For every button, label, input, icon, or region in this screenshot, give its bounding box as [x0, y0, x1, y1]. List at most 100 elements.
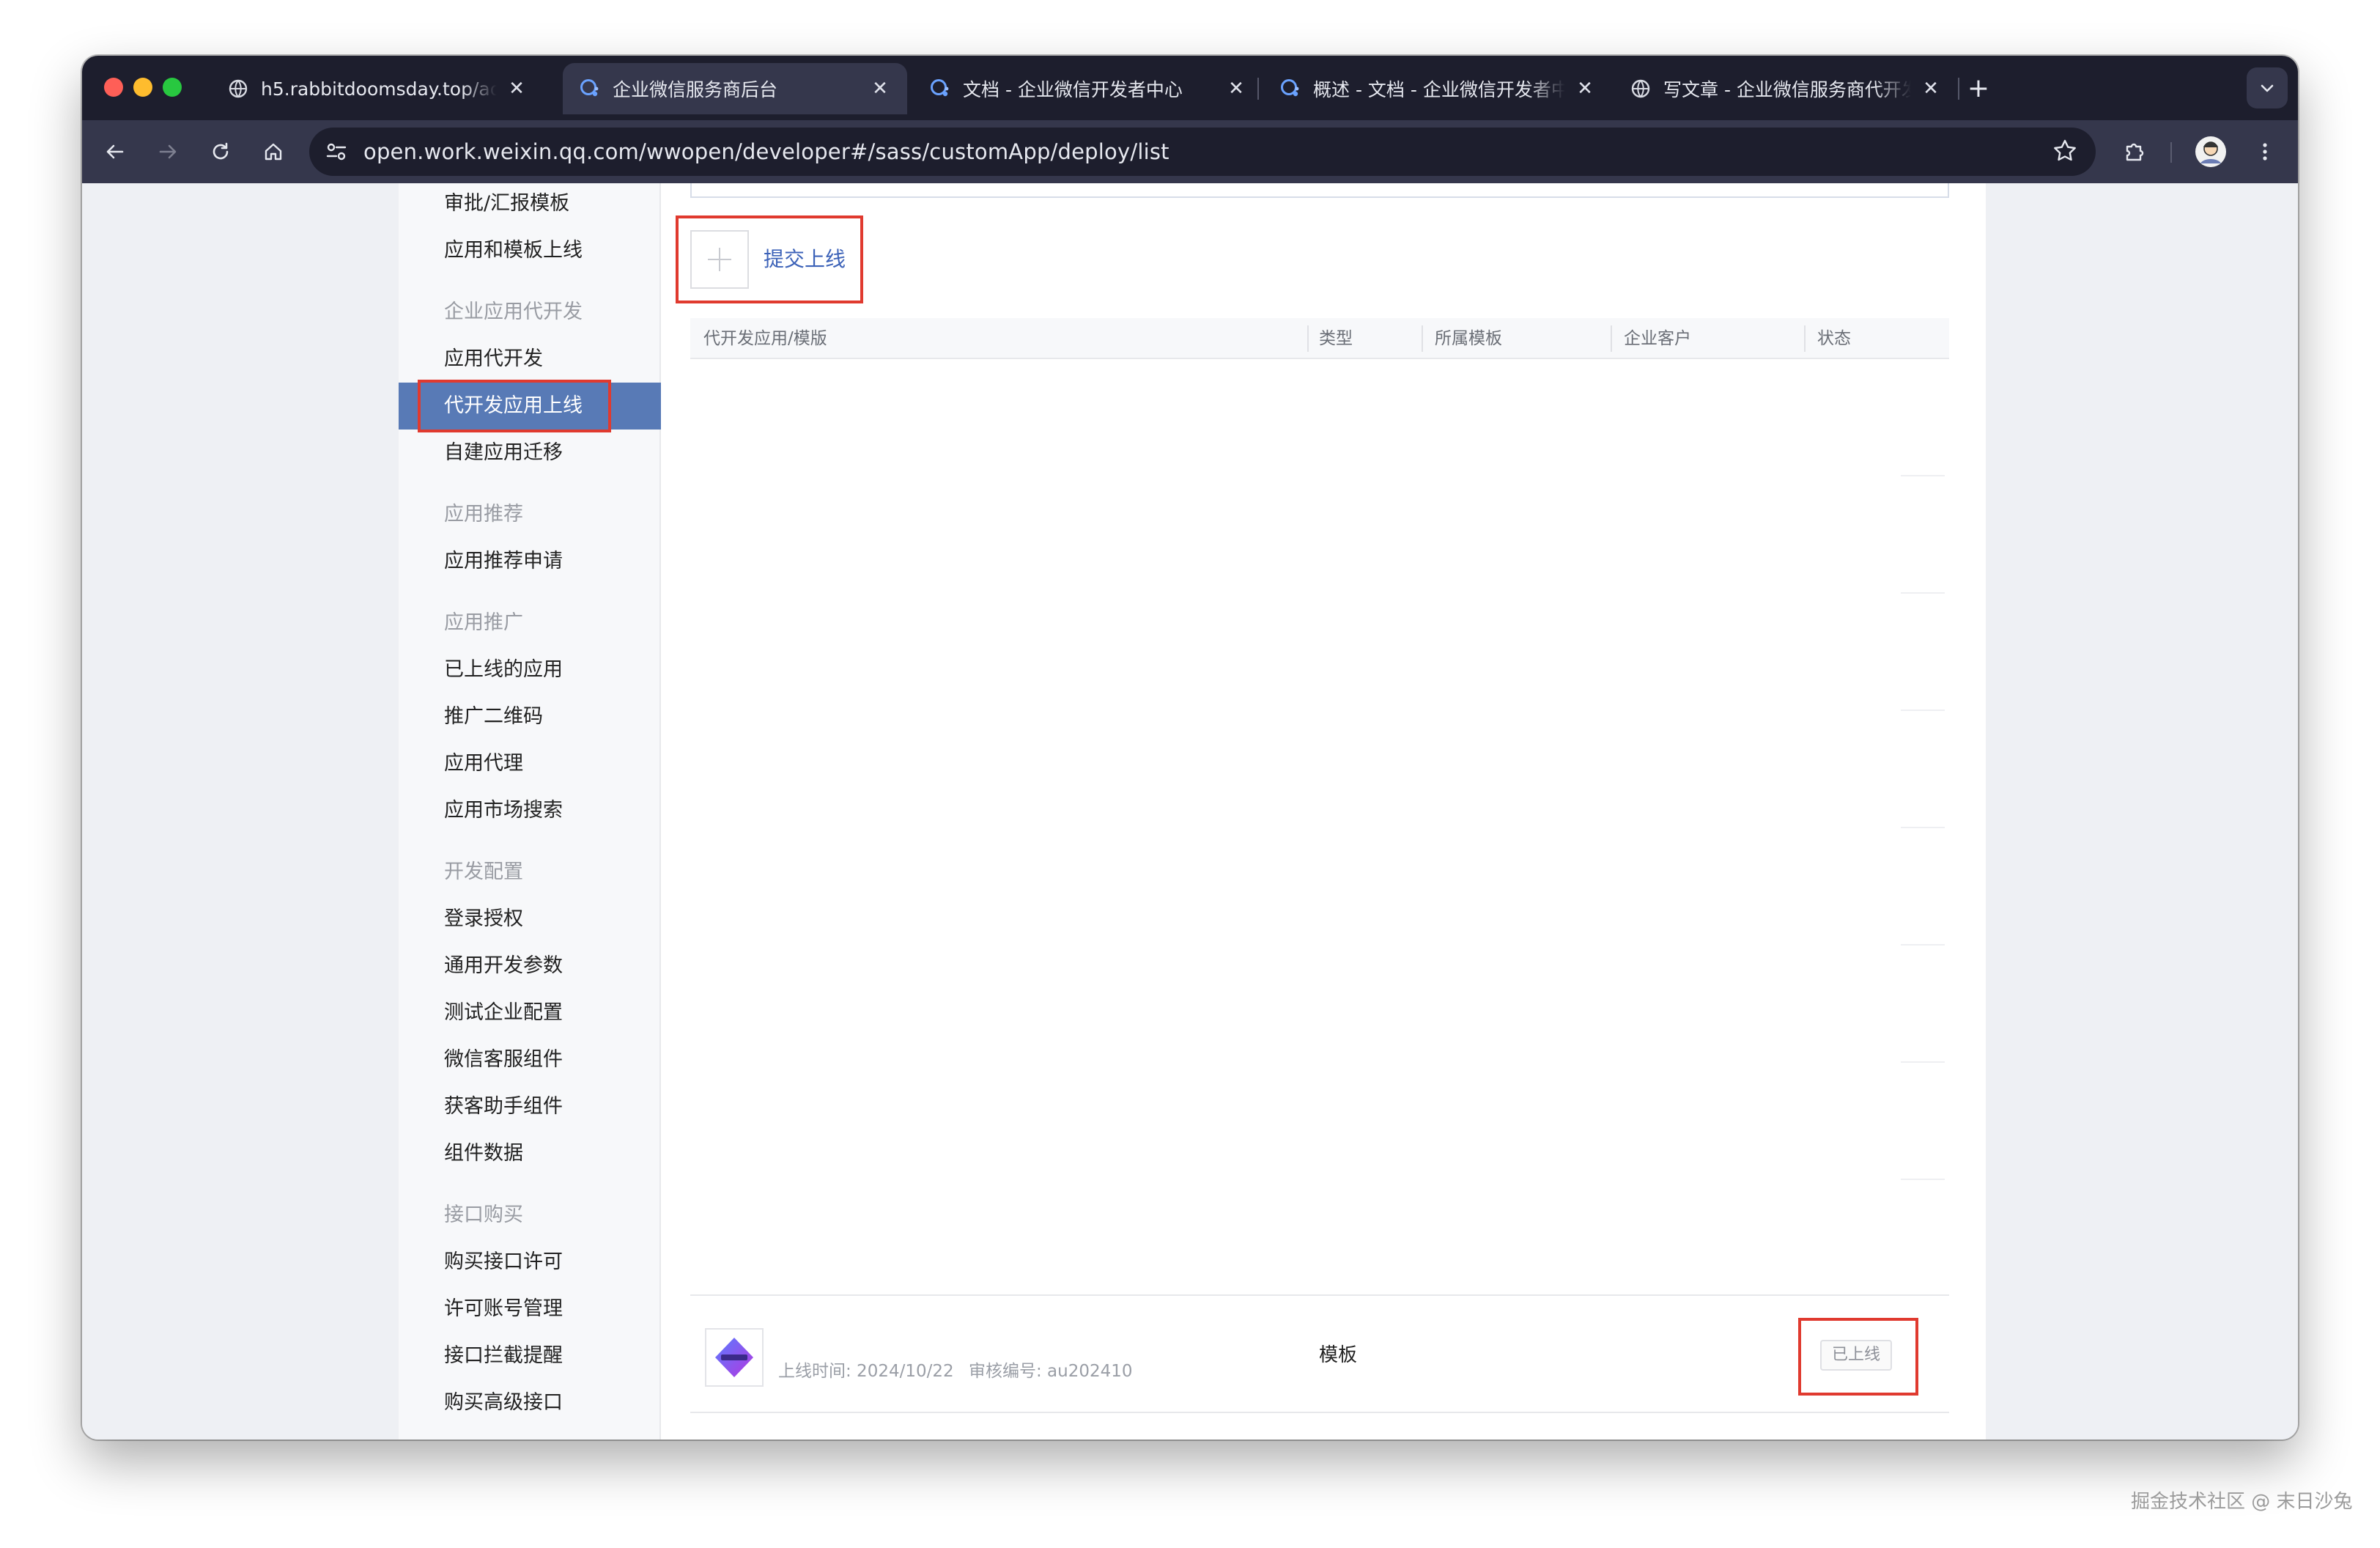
- app-logo: [705, 1328, 764, 1387]
- chevron-down-icon: [2261, 84, 2274, 92]
- puzzle-icon: [2126, 143, 2144, 161]
- forward-button[interactable]: [149, 133, 186, 170]
- close-tab-icon[interactable]: ✕: [1574, 78, 1596, 100]
- row-divider: [1901, 710, 1945, 711]
- sidebar-item-advanced-api[interactable]: 购买高级接口: [444, 1388, 563, 1418]
- sidebar-item-market-search[interactable]: 应用市场搜索: [444, 796, 563, 825]
- tab-admin[interactable]: h5.rabbitdoomsday.top/admin ✕: [211, 63, 544, 114]
- tab-docs-overview[interactable]: 概述 - 文档 - 企业微信开发者中心 ✕: [1263, 63, 1612, 114]
- close-tab-icon[interactable]: ✕: [869, 78, 891, 100]
- sidebar-item-api-intercept[interactable]: 接口拦截提醒: [444, 1341, 563, 1371]
- new-tab-button[interactable]: +: [1962, 72, 1995, 104]
- column-customer: 企业客户: [1624, 329, 1691, 348]
- sidebar-item-promo-qrcode[interactable]: 推广二维码: [444, 702, 543, 731]
- home-button[interactable]: [255, 133, 292, 170]
- sidebar-item-test-corp[interactable]: 测试企业配置: [444, 998, 563, 1028]
- address-bar[interactable]: open.work.weixin.qq.com/wwopen/developer…: [309, 128, 2096, 176]
- tab-write-article[interactable]: 写文章 - 企业微信服务商代开发 ✕: [1614, 63, 1958, 114]
- column-divider: [1307, 325, 1309, 352]
- row-divider: [1901, 475, 1945, 476]
- globe-icon: [1630, 78, 1652, 100]
- extensions-button[interactable]: [2116, 133, 2153, 170]
- sidebar-group-recommend: 应用推荐: [444, 503, 523, 526]
- row-divider: [1901, 944, 1945, 946]
- column-status: 状态: [1817, 329, 1851, 348]
- row-divider: [1901, 592, 1945, 594]
- tab-search-button[interactable]: [2247, 67, 2288, 108]
- browser-menu-button[interactable]: [2247, 133, 2283, 170]
- sidebar-item-approval-templates[interactable]: 审批/汇报模板: [444, 189, 569, 218]
- arrow-right-icon: [159, 144, 177, 159]
- tab-title: 企业微信服务商后台: [613, 79, 778, 100]
- sidebar-item-license-accounts[interactable]: 许可账号管理: [444, 1294, 563, 1324]
- close-window-button[interactable]: [104, 78, 123, 97]
- tab-title: 文档 - 企业微信开发者中心: [963, 79, 1183, 100]
- audit-number: 审核编号: au202410: [969, 1362, 1133, 1381]
- row-type: 模板: [1319, 1344, 1358, 1366]
- wecom-icon: [579, 78, 601, 100]
- column-template: 所属模板: [1435, 329, 1502, 348]
- bookmark-star-icon[interactable]: [2052, 138, 2078, 167]
- highlight-box-status: [1798, 1318, 1918, 1396]
- highlight-box-submit: [676, 215, 863, 303]
- close-tab-icon[interactable]: ✕: [1225, 78, 1247, 100]
- tab-docs-center[interactable]: 文档 - 企业微信开发者中心 ✕: [913, 63, 1263, 114]
- sidebar-group-promotion: 应用推广: [444, 611, 523, 634]
- globe-icon: [227, 78, 249, 100]
- sidebar-group-api-purchase: 接口购买: [444, 1204, 523, 1226]
- sidebar-item-custom-dev[interactable]: 应用代开发: [444, 344, 543, 374]
- sidebar-item-login-auth[interactable]: 登录授权: [444, 904, 523, 934]
- arrow-left-icon: [106, 144, 124, 159]
- sidebar-item-customer-acq[interactable]: 获客助手组件: [444, 1092, 563, 1121]
- column-divider: [1804, 325, 1806, 352]
- tab-separator: [1958, 78, 1959, 100]
- row-divider: [1901, 1179, 1945, 1180]
- site-settings-icon[interactable]: [324, 139, 349, 167]
- sidebar-item-component-data[interactable]: 组件数据: [444, 1139, 523, 1168]
- sidebar-group-dev-config: 开发配置: [444, 860, 523, 883]
- minimize-window-button[interactable]: [133, 78, 152, 97]
- tab-title: h5.rabbitdoomsday.top/admin: [261, 78, 497, 100]
- table-row[interactable]: 上线时间: 2024/10/22 审核编号: au202410 模板 已上线: [690, 1294, 1949, 1413]
- sidebar-item-app-template-launch[interactable]: 应用和模板上线: [444, 236, 583, 265]
- sidebar-item-self-built-migration[interactable]: 自建应用迁移: [444, 438, 563, 468]
- sidebar-item-kf-component[interactable]: 微信客服组件: [444, 1045, 563, 1075]
- sidebar-item-general-params[interactable]: 通用开发参数: [444, 951, 563, 981]
- sidebar-item-app-agent[interactable]: 应用代理: [444, 749, 523, 778]
- profile-button[interactable]: [2192, 133, 2229, 170]
- reload-icon: [212, 142, 229, 160]
- sidebar-item-recommend-apply[interactable]: 应用推荐申请: [444, 547, 563, 576]
- wecom-icon: [929, 78, 951, 100]
- sidebar-nav: 审批/汇报模板 应用和模板上线 企业应用代开发 应用代开发 代开发应用上线 自建…: [399, 183, 661, 1440]
- home-icon: [265, 143, 282, 161]
- close-tab-icon[interactable]: ✕: [506, 78, 528, 100]
- close-tab-icon[interactable]: ✕: [1920, 78, 1942, 100]
- tab-title: 写文章 - 企业微信服务商代开发: [1663, 79, 1911, 100]
- more-vertical-icon: [2263, 143, 2267, 161]
- tab-separator: [1257, 78, 1259, 100]
- info-panel: [690, 183, 1949, 198]
- wecom-icon: [1279, 78, 1301, 100]
- browser-window: h5.rabbitdoomsday.top/admin ✕ 企业微信服务商后台 …: [82, 56, 2298, 1440]
- column-type: 类型: [1319, 329, 1353, 348]
- url-text: open.work.weixin.qq.com/wwopen/developer…: [363, 139, 1169, 164]
- toolbar-separator: [2170, 142, 2172, 163]
- page-viewport: 审批/汇报模板 应用和模板上线 企业应用代开发 应用代开发 代开发应用上线 自建…: [82, 183, 2298, 1440]
- sidebar-item-online-apps[interactable]: 已上线的应用: [444, 655, 563, 685]
- column-divider: [1422, 325, 1423, 352]
- watermark: 掘金技术社区 @ 末日沙兔: [2131, 1491, 2353, 1513]
- tab-title: 概述 - 文档 - 企业微信开发者中心: [1313, 79, 1565, 100]
- table-header: 代开发应用/模版 类型 所属模板 企业客户 状态: [690, 318, 1949, 359]
- sidebar-item-buy-license[interactable]: 购买接口许可: [444, 1247, 563, 1277]
- tab-strip: h5.rabbitdoomsday.top/admin ✕ 企业微信服务商后台 …: [82, 56, 2298, 120]
- sidebar-group-custom-dev: 企业应用代开发: [444, 301, 583, 323]
- reload-button[interactable]: [202, 133, 239, 170]
- tab-wecom-admin[interactable]: 企业微信服务商后台 ✕: [563, 63, 907, 114]
- back-button[interactable]: [97, 133, 133, 170]
- column-divider: [1611, 325, 1612, 352]
- column-app: 代开发应用/模版: [703, 329, 827, 348]
- main-content: 提交上线 代开发应用/模版 类型 所属模板 企业客户 状态 上线时间: 2024…: [661, 183, 1986, 1440]
- row-divider: [1901, 1061, 1945, 1063]
- zoom-window-button[interactable]: [163, 78, 182, 97]
- avatar: [2195, 136, 2226, 167]
